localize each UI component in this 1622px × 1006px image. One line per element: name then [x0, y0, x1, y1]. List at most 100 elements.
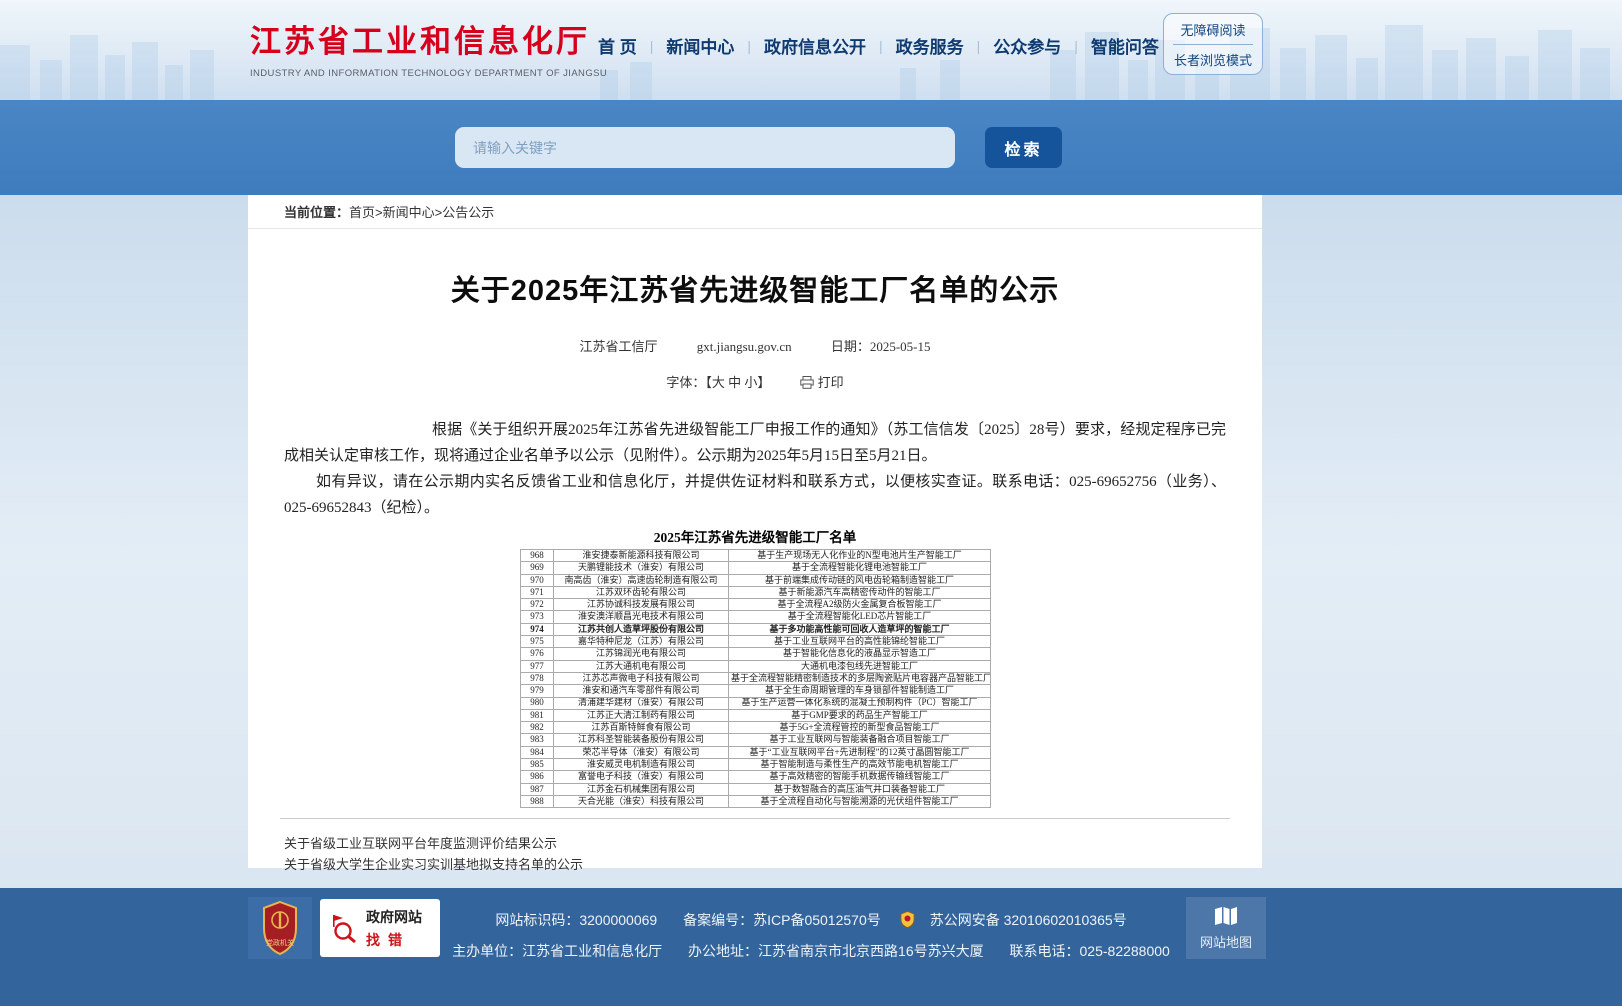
cell-company: 南高齿（淮安）高速齿轮制造有限公司: [554, 574, 729, 586]
related-links: 关于省级工业互联网平台年度监测评价结果公示关于省级大学生企业实习实训基地拟支持名…: [284, 833, 1226, 875]
cell-company: 江苏正大清江制药有限公司: [554, 709, 729, 721]
cell-number: 980: [521, 697, 554, 709]
cell-number: 977: [521, 660, 554, 672]
cell-project: 基于全流程智能化锂电池智能工厂: [729, 562, 991, 574]
skyline-decoration: [0, 20, 1622, 100]
table-row: 987江苏金石机械集团有限公司基于数智融合的高压油气井口装备智能工厂: [521, 783, 991, 795]
table-row: 981江苏正大清江制药有限公司基于GMP要求的药品生产智能工厂: [521, 709, 991, 721]
nav-item-3[interactable]: 政务服务: [896, 33, 964, 58]
contact-phone: 联系电话：025-82288000: [1010, 943, 1170, 959]
factory-table-wrap: 2025年江苏省先进级智能工厂名单 968淮安捷泰新能源科技有限公司基于生产现场…: [520, 526, 990, 808]
cell-project: 基于5G+全流程管控的新型食品智能工厂: [729, 722, 991, 734]
cell-number: 979: [521, 685, 554, 697]
cell-company: 荣芯半导体（淮安）有限公司: [554, 746, 729, 758]
cell-company: 淮安和通汽车零部件有限公司: [554, 685, 729, 697]
site-logo[interactable]: 江苏省工业和信息化厅 INDUSTRY AND INFORMATION TECH…: [250, 16, 607, 79]
article-meta: 江苏省工信厅 gxt.jiangsu.gov.cn 日期：2025-05-15: [248, 336, 1262, 355]
cell-company: 江苏百斯特鲜食有限公司: [554, 722, 729, 734]
site-header: 江苏省工业和信息化厅 INDUSTRY AND INFORMATION TECH…: [0, 0, 1622, 100]
font-size-controls[interactable]: 【大 中 小】: [705, 375, 770, 390]
font-toolbar: 字体：【大 中 小】 打印: [248, 372, 1262, 391]
cell-company: 江苏大通机电有限公司: [554, 660, 729, 672]
cell-company: 淮安威灵电机制造有限公司: [554, 759, 729, 771]
cell-number: 972: [521, 599, 554, 611]
table-title: 2025年江苏省先进级智能工厂名单: [520, 526, 990, 546]
accessible-reading-button[interactable]: 无障碍阅读: [1164, 15, 1262, 44]
breadcrumb-label: 当前位置：: [284, 205, 349, 220]
breadcrumb: 当前位置：首页>新闻中心>公告公示: [248, 195, 1262, 229]
cell-company: 江苏芯声微电子科技有限公司: [554, 672, 729, 684]
table-row: 977江苏大通机电有限公司大通机电漆包线先进智能工厂: [521, 660, 991, 672]
cell-company: 江苏协诚科技发展有限公司: [554, 599, 729, 611]
logo-subtitle: INDUSTRY AND INFORMATION TECHNOLOGY DEPA…: [250, 68, 607, 79]
cell-number: 970: [521, 574, 554, 586]
cell-company: 江苏双环齿轮有限公司: [554, 586, 729, 598]
cell-company: 淮安捷泰新能源科技有限公司: [554, 550, 729, 562]
cell-project: 基于生产现场无人化作业的N型电池片生产智能工厂: [729, 550, 991, 562]
nav-separator: |: [650, 38, 654, 54]
nav-item-0[interactable]: 首 页: [598, 33, 637, 58]
cell-number: 968: [521, 550, 554, 562]
nav-separator: |: [747, 38, 751, 54]
related-link-0[interactable]: 关于省级工业互联网平台年度监测评价结果公示: [284, 833, 1226, 854]
article-paragraph: 如有异议，请在公示期内实名反馈省工业和信息化厅，并提供佐证材料和联系方式，以便核…: [284, 469, 1226, 521]
cell-project: 基于全流程自动化与智能溯源的光伏组件智能工厂: [729, 795, 991, 807]
cell-company: 江苏共创人造草坪股份有限公司: [554, 623, 729, 635]
search-input[interactable]: [455, 127, 955, 168]
cell-project: 基于多功能高性能可回收人造草坪的智能工厂: [729, 623, 991, 635]
cell-project: 基于工业互联网平台的高性能锦纶智能工厂: [729, 636, 991, 648]
sitemap-button[interactable]: 网站地图: [1186, 897, 1266, 959]
nav-separator: |: [977, 38, 981, 54]
office-address: 办公地址：江苏省南京市北京西路16号苏兴大厦: [688, 943, 984, 959]
article-site: gxt.jiangsu.gov.cn: [697, 339, 792, 354]
cell-company: 天鹏锂能技术（淮安）有限公司: [554, 562, 729, 574]
search-button[interactable]: 检索: [985, 127, 1062, 168]
cell-number: 971: [521, 586, 554, 598]
font-label: 字体：: [666, 375, 705, 390]
table-row: 972江苏协诚科技发展有限公司基于全流程A2级防火金属复合板智能工厂: [521, 599, 991, 611]
cell-project: 基于智能制造与柔性生产的高效节能电机智能工厂: [729, 759, 991, 771]
table-row: 969天鹏锂能技术（淮安）有限公司基于全流程智能化锂电池智能工厂: [521, 562, 991, 574]
cell-number: 984: [521, 746, 554, 758]
cell-project: 基于工业互联网与智能装备融合项目智能工厂: [729, 734, 991, 746]
cell-project: 基于全流程A2级防火金属复合板智能工厂: [729, 599, 991, 611]
nav-item-2[interactable]: 政府信息公开: [764, 33, 866, 58]
divider: [280, 818, 1230, 819]
breadcrumb-path[interactable]: 首页>新闻中心>公告公示: [349, 205, 494, 220]
cell-number: 974: [521, 623, 554, 635]
icp-number[interactable]: 备案编号：苏ICP备05012570号: [683, 912, 881, 928]
table-row: 983江苏科圣智能装备股份有限公司基于工业互联网与智能装备融合项目智能工厂: [521, 734, 991, 746]
nav-item-4[interactable]: 公众参与: [993, 33, 1061, 58]
cell-number: 986: [521, 771, 554, 783]
nav-item-5[interactable]: 智能问答: [1091, 33, 1159, 58]
factory-table: 968淮安捷泰新能源科技有限公司基于生产现场无人化作业的N型电池片生产智能工厂9…: [520, 549, 991, 808]
table-row: 971江苏双环齿轮有限公司基于新能源汽车高精密传动件的智能工厂: [521, 586, 991, 598]
page: 江苏省工业和信息化厅 INDUSTRY AND INFORMATION TECH…: [0, 0, 1622, 1006]
cell-number: 969: [521, 562, 554, 574]
cell-project: 基于GMP要求的药品生产智能工厂: [729, 709, 991, 721]
search-band: 检索: [0, 100, 1622, 195]
cell-number: 981: [521, 709, 554, 721]
cell-number: 987: [521, 783, 554, 795]
cell-company: 江苏金石机械集团有限公司: [554, 783, 729, 795]
print-label: 打印: [818, 375, 844, 390]
logo-title: 江苏省工业和信息化厅: [250, 16, 607, 61]
nav-item-1[interactable]: 新闻中心: [666, 33, 734, 58]
cell-project: 基于“工业互联网平台+先进制程”的12英寸晶圆智能工厂: [729, 746, 991, 758]
table-row: 978江苏芯声微电子科技有限公司基于全流程智能精密制造技术的多层陶瓷贴片电容器产…: [521, 672, 991, 684]
table-row: 976江苏锦润光电有限公司基于智能化信息化的液晶显示智造工厂: [521, 648, 991, 660]
cell-project: 基于数智融合的高压油气井口装备智能工厂: [729, 783, 991, 795]
print-button[interactable]: 打印: [800, 375, 844, 390]
cell-company: 嘉华特种尼龙（江苏）有限公司: [554, 636, 729, 648]
elder-mode-button[interactable]: 长者浏览模式: [1164, 45, 1262, 74]
cell-number: 983: [521, 734, 554, 746]
footer-registration-line: 网站标识码：3200000069 备案编号：苏ICP备05012570号 苏公网…: [0, 910, 1622, 930]
site-id: 网站标识码：3200000069: [495, 912, 657, 928]
sitemap-label: 网站地图: [1200, 932, 1252, 951]
security-number[interactable]: 苏公网安备 32010602010365号: [930, 912, 1127, 928]
related-link-1[interactable]: 关于省级大学生企业实习实训基地拟支持名单的公示: [284, 854, 1226, 875]
cell-company: 淮安澳洋顺昌光电技术有限公司: [554, 611, 729, 623]
cell-company: 清浦建华建材（淮安）有限公司: [554, 697, 729, 709]
cell-project: 基于全生命周期管理的车身锁部件智能制造工厂: [729, 685, 991, 697]
article-date: 日期：2025-05-15: [831, 339, 931, 354]
